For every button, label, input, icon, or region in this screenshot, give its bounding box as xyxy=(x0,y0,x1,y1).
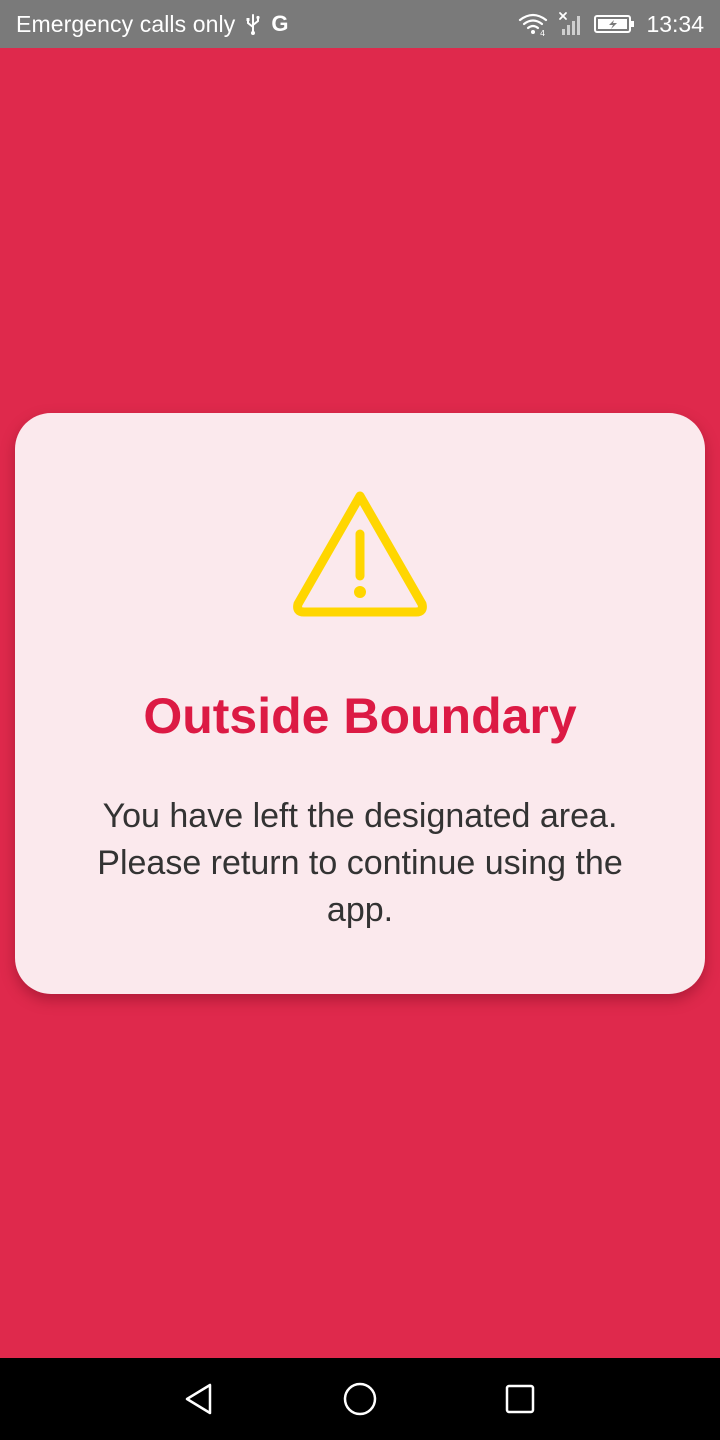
home-button[interactable] xyxy=(320,1358,400,1440)
battery-icon xyxy=(594,13,636,35)
alert-title: Outside Boundary xyxy=(143,688,577,744)
warning-icon xyxy=(290,488,430,620)
google-icon: G xyxy=(271,11,289,36)
carrier-text: Emergency calls only xyxy=(16,10,236,37)
status-right: 4 13:34 xyxy=(518,11,704,38)
wifi-icon: 4 xyxy=(518,12,548,36)
status-bar: Emergency calls only G 4 13:34 xyxy=(0,0,720,48)
back-icon xyxy=(185,1383,212,1415)
back-button[interactable] xyxy=(160,1358,240,1440)
recents-button[interactable] xyxy=(480,1358,560,1440)
signal-icon xyxy=(558,11,584,37)
home-icon xyxy=(343,1382,377,1416)
status-left: Emergency calls only G xyxy=(16,11,288,38)
svg-text:4: 4 xyxy=(540,29,545,36)
usb-icon xyxy=(245,12,261,36)
recents-icon xyxy=(505,1384,535,1414)
alert-message: You have left the designated area. Pleas… xyxy=(97,797,623,929)
navigation-bar xyxy=(0,1358,720,1440)
status-time: 13:34 xyxy=(646,10,704,37)
